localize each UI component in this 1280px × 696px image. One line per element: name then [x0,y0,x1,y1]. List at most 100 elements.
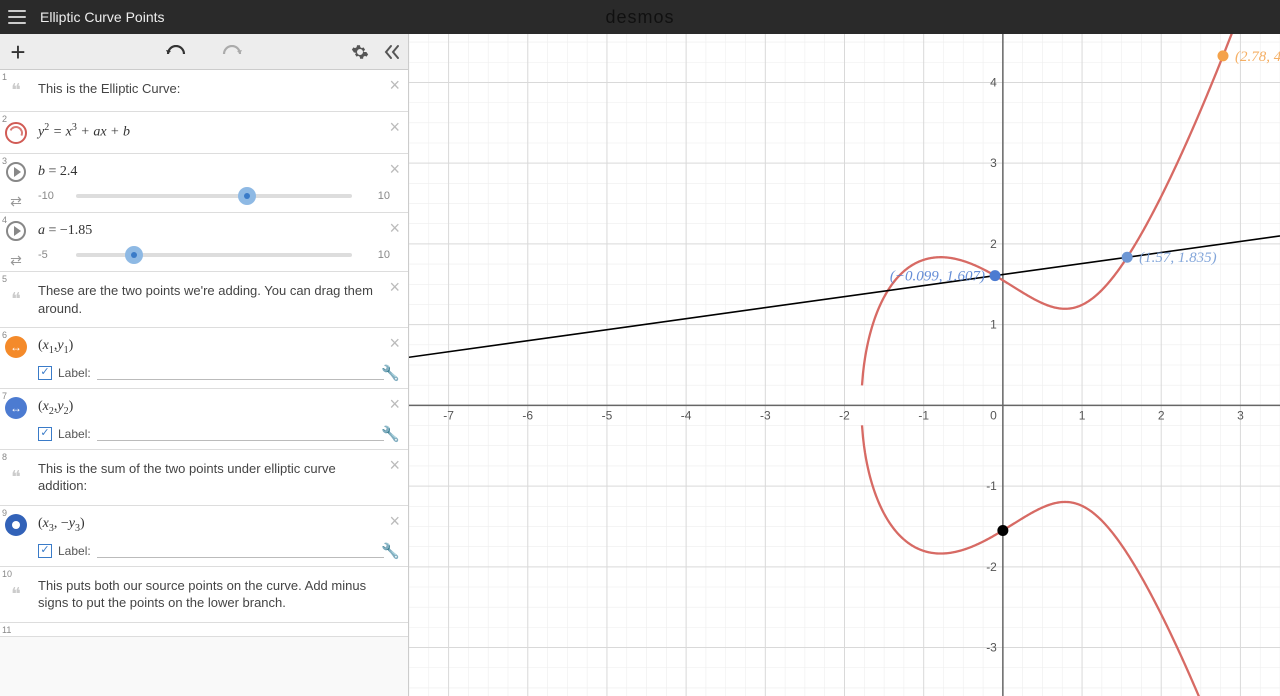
slider-thumb[interactable] [238,187,256,205]
label-checkbox[interactable]: ✓ [38,366,52,380]
svg-text:3: 3 [1237,408,1244,422]
point-swatch-icon[interactable]: ↔ [5,397,27,419]
expression-math[interactable]: a = −1.85 [32,213,408,249]
expression-math[interactable]: y2 = x3 + ax + b [32,112,408,153]
svg-text:2: 2 [1158,408,1165,422]
graph-canvas[interactable]: -7-6-5-4-3-2-1123-3-2-112340(−0.099, 1.6… [409,34,1280,696]
options-button[interactable]: 🔧 [381,425,400,443]
expression-row[interactable]: 3 b = 2.4 × ⇄ -10 10 [0,154,408,213]
point-swatch-icon[interactable]: ↔ [5,336,27,358]
add-expression-button[interactable]: + [2,36,34,68]
expression-list[interactable]: 1 ❝ This is the Elliptic Curve: × 2 y2 =… [0,70,408,696]
svg-text:(2.78, 4.329): (2.78, 4.329) [1235,49,1280,65]
slider-max[interactable]: 10 [360,249,390,261]
expression-row[interactable]: 1 ❝ This is the Elliptic Curve: × [0,70,408,112]
expression-row[interactable]: 4 a = −1.85 × ⇄ -5 10 [0,213,408,272]
row-index: 9 [2,508,7,518]
delete-row-button[interactable]: × [389,395,400,413]
desmos-logo: desmos [605,7,674,28]
delete-row-button[interactable]: × [389,118,400,136]
note-text[interactable]: This puts both our source points on the … [32,567,408,622]
play-slider-button[interactable] [6,221,26,241]
label-text: Label: [58,366,91,380]
row-index: 5 [2,274,7,284]
expression-row[interactable]: 2 y2 = x3 + ax + b × [0,112,408,154]
delete-row-button[interactable]: × [389,278,400,296]
svg-text:-7: -7 [443,408,454,422]
expression-row[interactable]: 5 ❝ These are the two points we're addin… [0,272,408,328]
label-checkbox[interactable]: ✓ [38,427,52,441]
note-text[interactable]: These are the two points we're adding. Y… [32,272,408,327]
expression-math[interactable]: (x1,y1) [32,328,408,366]
slider-min[interactable]: -10 [38,190,68,202]
row-index: 1 [2,72,7,82]
row-index: 8 [2,452,7,462]
label-checkbox[interactable]: ✓ [38,544,52,558]
note-icon: ❝ [11,80,21,101]
undo-button[interactable] [160,36,192,68]
options-button[interactable]: 🔧 [381,364,400,382]
delete-row-button[interactable]: × [389,512,400,530]
expression-row[interactable]: 7 ↔ (x2,y2) × ✓ Label: 🔧 [0,389,408,450]
settings-button[interactable] [344,36,376,68]
point-swatch-icon[interactable] [5,514,27,536]
note-text[interactable]: This is the sum of the two points under … [32,450,408,505]
expression-math[interactable]: (x2,y2) [32,389,408,427]
redo-button[interactable] [216,36,248,68]
note-icon: ❝ [11,467,21,488]
label-input[interactable] [97,544,384,558]
note-icon: ❝ [11,584,21,605]
curve-swatch-icon[interactable] [5,122,27,144]
svg-text:1: 1 [990,318,997,332]
expression-row[interactable]: 11 [0,623,408,637]
svg-text:1: 1 [1079,408,1086,422]
row-index: 11 [2,625,11,635]
label-input[interactable] [97,366,384,380]
delete-row-button[interactable]: × [389,334,400,352]
loop-mode-button[interactable]: ⇄ [10,193,22,210]
svg-text:4: 4 [990,75,997,89]
expression-row[interactable]: 8 ❝ This is the sum of the two points un… [0,450,408,506]
expression-math[interactable]: (x3, −y3) [32,506,408,544]
expression-panel: + 1 ❝ This is the Elliptic [0,34,409,696]
collapse-panel-button[interactable] [376,36,408,68]
svg-text:-2: -2 [986,560,997,574]
svg-text:-1: -1 [918,408,929,422]
slider-min[interactable]: -5 [38,249,68,261]
expression-math[interactable]: b = 2.4 [32,154,408,190]
menu-button[interactable] [0,0,34,34]
row-index: 4 [2,215,7,225]
row-index: 3 [2,156,7,166]
delete-row-button[interactable]: × [389,76,400,94]
delete-row-button[interactable]: × [389,456,400,474]
options-button[interactable]: 🔧 [381,542,400,560]
svg-text:0: 0 [990,408,997,422]
row-index: 6 [2,330,7,340]
svg-text:(1.57, 1.835): (1.57, 1.835) [1139,250,1217,266]
slider-thumb[interactable] [125,246,143,264]
expression-toolbar: + [0,34,408,70]
loop-mode-button[interactable]: ⇄ [10,252,22,269]
svg-text:-1: -1 [986,479,997,493]
row-index: 7 [2,391,7,401]
delete-row-button[interactable]: × [389,160,400,178]
slider-track[interactable] [76,253,352,257]
svg-text:-3: -3 [760,408,771,422]
label-input[interactable] [97,427,384,441]
svg-text:3: 3 [990,156,997,170]
slider-track[interactable] [76,194,352,198]
note-icon: ❝ [11,289,21,310]
row-index: 2 [2,114,7,124]
play-slider-button[interactable] [6,162,26,182]
svg-text:-4: -4 [681,408,692,422]
expression-row[interactable]: 10 ❝ This puts both our source points on… [0,567,408,623]
svg-text:(−0.099, 1.607): (−0.099, 1.607) [890,269,985,285]
note-text[interactable]: This is the Elliptic Curve: [32,70,408,111]
label-text: Label: [58,427,91,441]
expression-row[interactable]: 6 ↔ (x1,y1) × ✓ Label: 🔧 [0,328,408,389]
slider-max[interactable]: 10 [360,190,390,202]
graph-title: Elliptic Curve Points [40,9,165,25]
expression-row[interactable]: 9 (x3, −y3) × ✓ Label: 🔧 [0,506,408,567]
delete-row-button[interactable]: × [389,219,400,237]
row-index: 10 [2,569,12,579]
